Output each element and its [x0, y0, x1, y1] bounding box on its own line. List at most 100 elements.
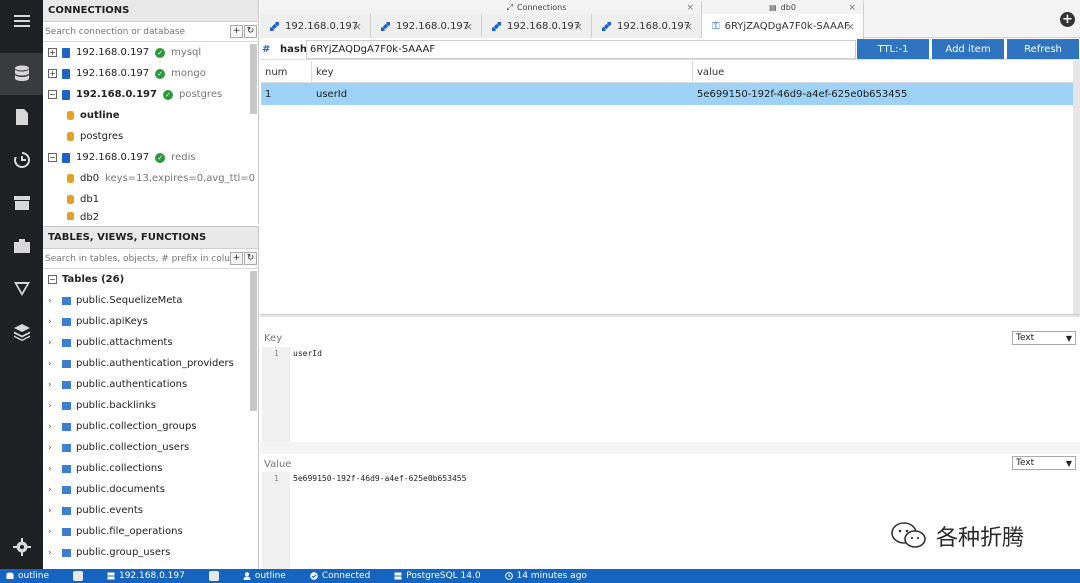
- chevron-right-icon[interactable]: ›: [48, 527, 58, 537]
- filter-icon[interactable]: [0, 268, 43, 310]
- table-item[interactable]: › public.collection_users: [48, 437, 258, 458]
- table-row[interactable]: 1 userId 5e699150-192f-46d9-a4ef-625e0b6…: [261, 83, 1073, 105]
- archive-icon[interactable]: [0, 182, 43, 224]
- key-editor[interactable]: 1 userId: [262, 347, 1080, 442]
- key-editor-content[interactable]: userId: [293, 349, 322, 358]
- splitter[interactable]: [260, 314, 1080, 317]
- tables-scrollbar[interactable]: [250, 271, 257, 411]
- connection-redis[interactable]: − 192.168.0.197 ✓ redis: [48, 147, 258, 168]
- chevron-right-icon[interactable]: ›: [48, 296, 58, 306]
- table-item[interactable]: › public.documents: [48, 479, 258, 500]
- history-icon[interactable]: [0, 139, 43, 181]
- close-icon[interactable]: ×: [574, 20, 583, 33]
- redis-db1[interactable]: db1: [48, 189, 258, 210]
- table-item[interactable]: › public.file_operations: [48, 521, 258, 542]
- key-format-select[interactable]: Text ▼: [1012, 331, 1076, 345]
- refresh-button[interactable]: Refresh: [1007, 39, 1079, 59]
- table-item[interactable]: › public.group_users: [48, 542, 258, 563]
- tab-connection-3[interactable]: 192.168.0.197 ×: [482, 14, 592, 38]
- add-connection-button[interactable]: +: [230, 25, 243, 38]
- tab-key-6RYjZAQDgA7F0k[interactable]: ⚿ 6RYjZAQDgA7F0k-SAAAF ×: [702, 14, 864, 39]
- table-item[interactable]: › public.authentications: [48, 374, 258, 395]
- chevron-right-icon[interactable]: ›: [48, 401, 58, 411]
- status-host[interactable]: 192.168.0.197: [107, 571, 197, 581]
- redis-db0[interactable]: db0 keys=13,expires=0,avg_ttl=0: [48, 168, 258, 189]
- chevron-right-icon[interactable]: ›: [48, 317, 58, 327]
- collapse-icon[interactable]: −: [48, 90, 57, 99]
- redis-db2[interactable]: db2: [48, 210, 258, 220]
- tables-group[interactable]: − Tables (26): [48, 269, 258, 290]
- tab-connection-2[interactable]: 192.168.0.197 ×: [371, 14, 482, 38]
- connections-scrollbar[interactable]: [250, 44, 257, 114]
- refresh-tables-button[interactable]: ↻: [244, 252, 257, 265]
- menu-icon[interactable]: [0, 0, 43, 42]
- connection-mysql[interactable]: + 192.168.0.197 ✓ mysql: [48, 42, 258, 63]
- chevron-right-icon[interactable]: ›: [48, 506, 58, 516]
- chevron-right-icon[interactable]: ›: [48, 443, 58, 453]
- table-item[interactable]: › public.apiKeys: [48, 311, 258, 332]
- status-connection: Connected: [310, 571, 382, 581]
- chevron-right-icon[interactable]: ›: [48, 548, 58, 558]
- new-tab-button[interactable]: +: [1060, 12, 1075, 27]
- database-postgres[interactable]: postgres: [48, 126, 258, 147]
- add-table-button[interactable]: +: [230, 252, 243, 265]
- database-icon[interactable]: [0, 53, 43, 95]
- collapse-icon[interactable]: −: [48, 275, 57, 284]
- table-item[interactable]: › public.SequelizeMeta: [48, 290, 258, 311]
- table-item[interactable]: › public.attachments: [48, 332, 258, 353]
- database-small-icon: ▤: [769, 3, 777, 12]
- close-icon[interactable]: ×: [846, 20, 855, 33]
- tab-connection-4[interactable]: 192.168.0.197 ×: [592, 14, 702, 38]
- table-item[interactable]: › public.authentication_providers: [48, 353, 258, 374]
- chevron-right-icon[interactable]: ›: [48, 464, 58, 474]
- table-item[interactable]: › public.events: [48, 500, 258, 521]
- close-icon[interactable]: ×: [684, 20, 693, 33]
- refresh-connections-button[interactable]: ↻: [244, 25, 257, 38]
- close-icon[interactable]: ×: [464, 20, 473, 33]
- column-key[interactable]: key: [312, 61, 693, 82]
- add-item-button[interactable]: Add item: [932, 39, 1004, 59]
- column-num[interactable]: num: [261, 61, 312, 82]
- chevron-right-icon[interactable]: ›: [48, 380, 58, 390]
- key-bar: # hash TTL:-1 Add item Refresh: [260, 39, 1080, 60]
- tables-search-input[interactable]: [43, 250, 230, 267]
- close-icon[interactable]: ×: [848, 3, 856, 13]
- layers-icon[interactable]: [0, 311, 43, 353]
- column-value[interactable]: value: [693, 61, 1073, 82]
- table-item-label: public.documents: [76, 484, 165, 495]
- value-format-select[interactable]: Text ▼: [1012, 456, 1076, 470]
- table-item-label: public.events: [76, 505, 143, 516]
- table-icon: [62, 464, 71, 473]
- server-icon: [62, 47, 70, 58]
- collapse-icon[interactable]: −: [48, 153, 57, 162]
- settings-gear-icon[interactable]: [0, 526, 43, 568]
- value-editor-content[interactable]: 5e699150-192f-46d9-a4ef-625e0b653455: [293, 474, 466, 483]
- expand-icon[interactable]: +: [48, 48, 57, 57]
- status-db[interactable]: outline: [6, 571, 61, 581]
- tab-connection-1[interactable]: 192.168.0.197 ×: [260, 14, 371, 38]
- table-item[interactable]: › public.backlinks: [48, 395, 258, 416]
- table-item[interactable]: › public.collection_groups: [48, 416, 258, 437]
- clock-icon: [504, 572, 513, 580]
- close-icon[interactable]: ×: [686, 3, 694, 13]
- database-outline[interactable]: outline: [48, 105, 258, 126]
- chevron-right-icon[interactable]: ›: [48, 422, 58, 432]
- chevron-right-icon[interactable]: ›: [48, 485, 58, 495]
- connection-search-input[interactable]: [43, 23, 230, 40]
- expand-icon[interactable]: +: [48, 69, 57, 78]
- connection-mongo[interactable]: + 192.168.0.197 ✓ mongo: [48, 63, 258, 84]
- briefcase-icon[interactable]: [0, 225, 43, 267]
- row-key: userId: [316, 89, 348, 100]
- table-item[interactable]: › public.collections: [48, 458, 258, 479]
- table-icon: [62, 359, 71, 368]
- key-name-input[interactable]: [306, 39, 856, 59]
- ttl-button[interactable]: TTL:-1: [857, 39, 929, 59]
- file-icon[interactable]: [0, 96, 43, 138]
- table-icon: [62, 527, 71, 536]
- chevron-right-icon[interactable]: ›: [48, 338, 58, 348]
- chevron-right-icon[interactable]: ›: [48, 359, 58, 369]
- connection-postgres[interactable]: − 192.168.0.197 ✓ postgres: [48, 84, 258, 105]
- status-user[interactable]: outline: [243, 571, 298, 581]
- grid-scrollbar[interactable]: [1073, 61, 1080, 314]
- close-icon[interactable]: ×: [353, 20, 362, 33]
